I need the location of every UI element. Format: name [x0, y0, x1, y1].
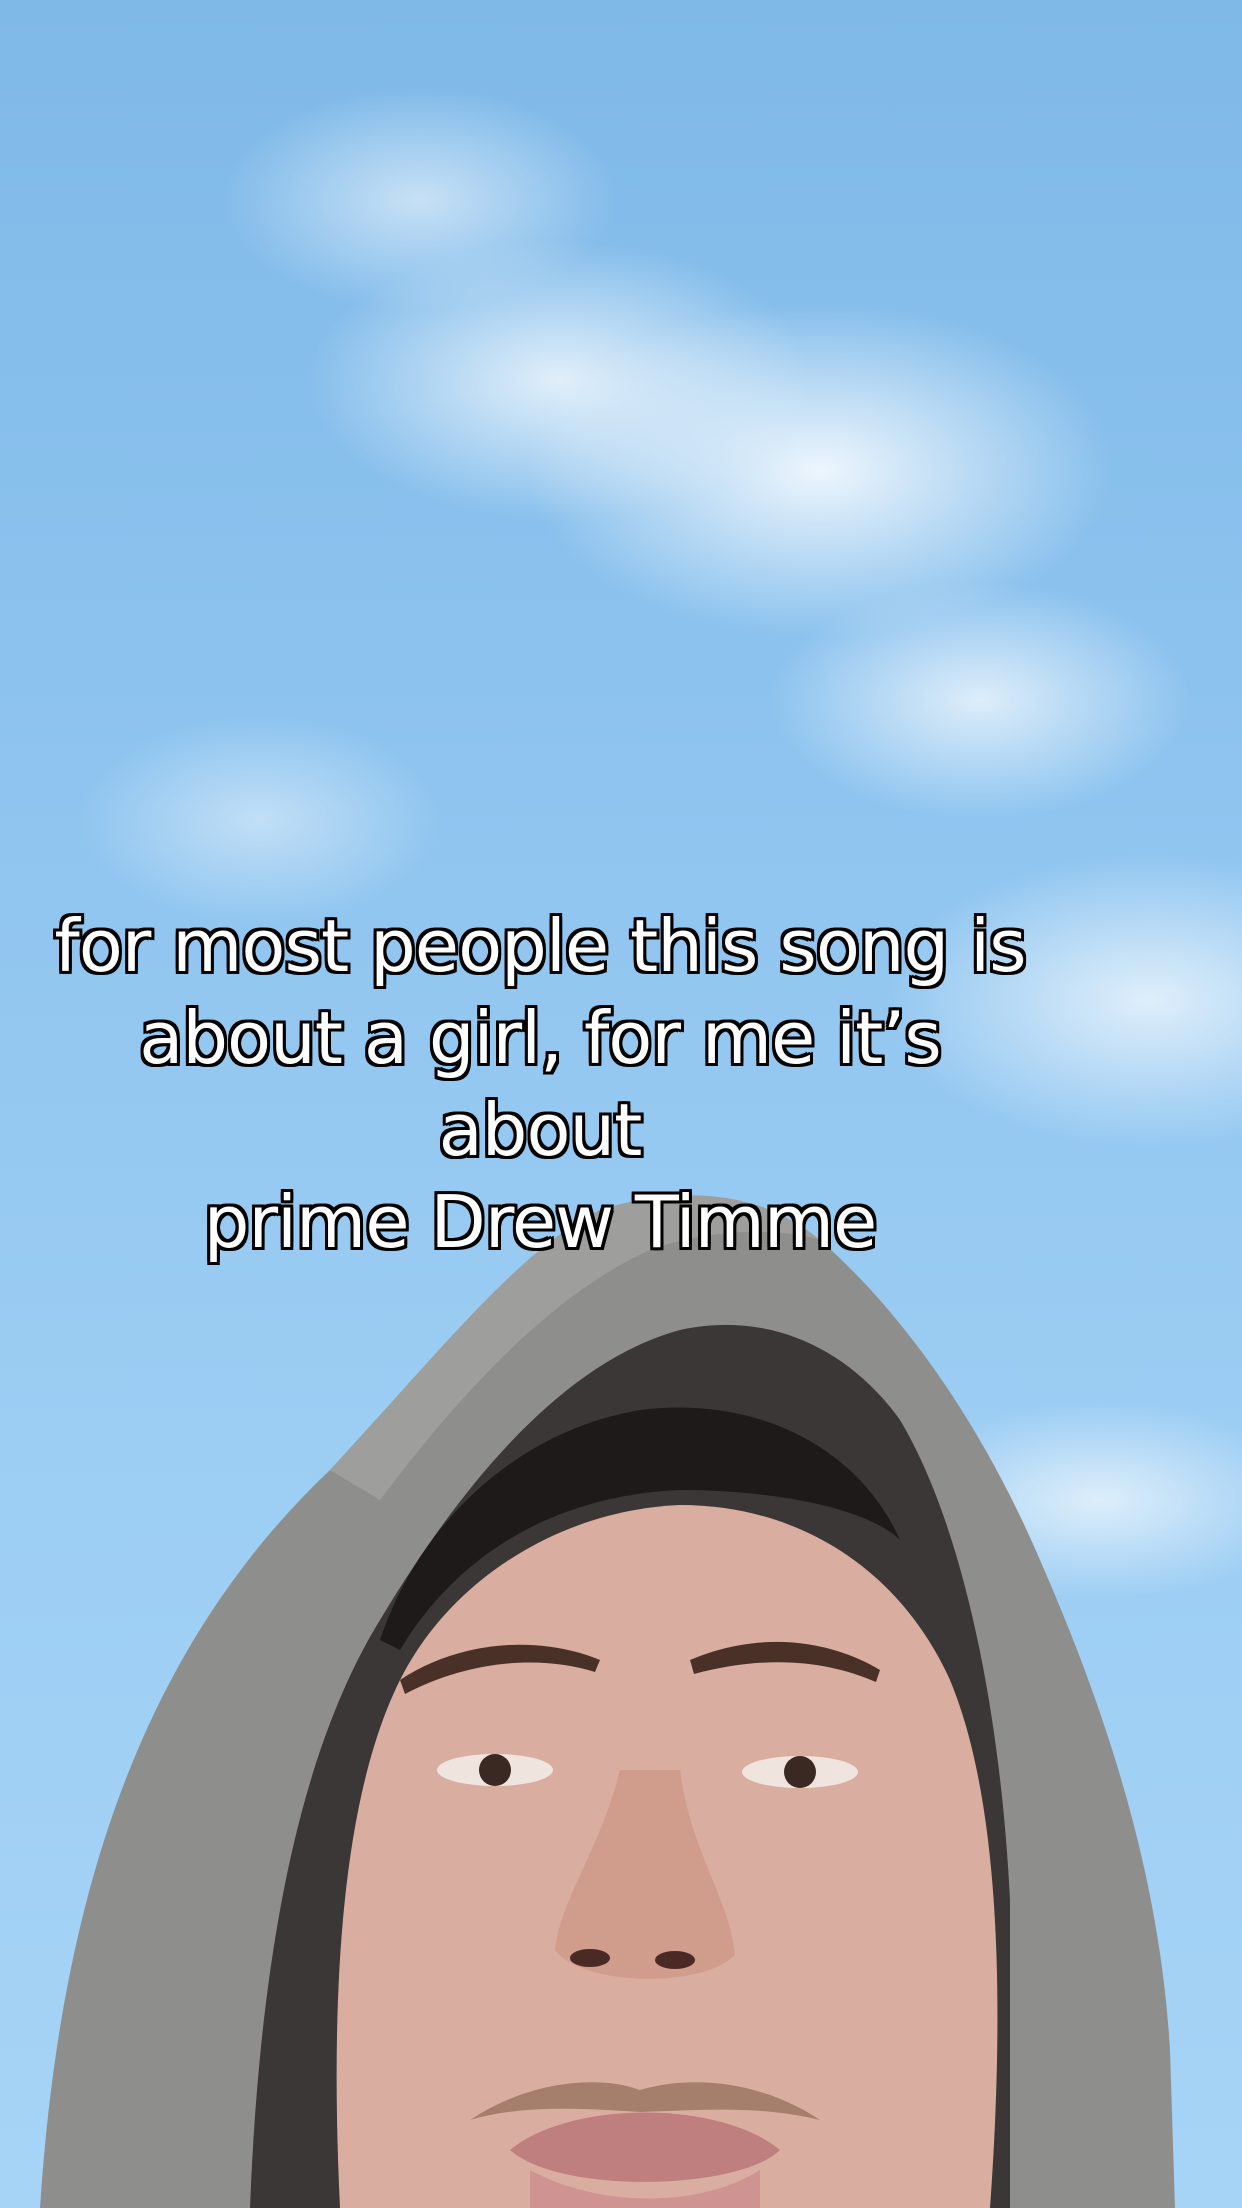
- right-iris: [784, 1756, 816, 1788]
- video-caption-text: for most people this song is about a gir…: [53, 903, 1028, 1266]
- left-nostril: [570, 1949, 610, 1967]
- left-iris: [479, 1754, 511, 1786]
- video-frame: for most people this song is about a gir…: [0, 0, 1242, 2208]
- right-nostril: [655, 1951, 695, 1969]
